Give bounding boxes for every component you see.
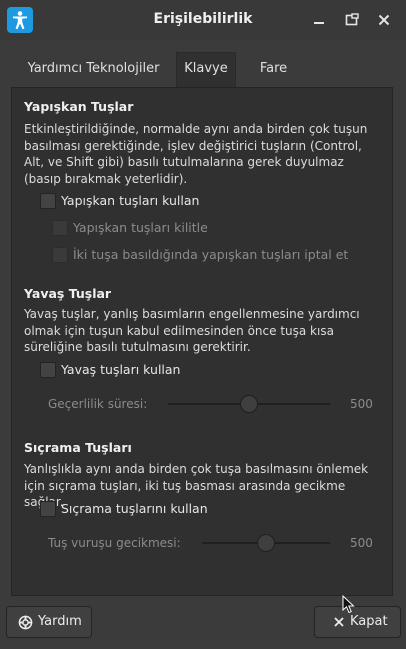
sticky-keys-description: Etkinleştirildiğinde, normalde aynı anda… (24, 122, 368, 186)
lock-sticky-keys-label: Yapışkan tuşları kilitle (73, 220, 208, 235)
minimize-icon (314, 22, 324, 24)
keystroke-delay-value: 500 (350, 536, 373, 550)
tab-assistive-technologies[interactable]: Yardımcı Teknolojiler (21, 52, 166, 86)
keystroke-delay-label: Tuş vuruşu gecikmesi: (48, 536, 181, 550)
slow-keys-description: Yavaş tuşlar, yanlış basımların engellen… (24, 307, 360, 354)
sticky-keys-title: Yapışkan Tuşlar (24, 99, 134, 114)
tab-mouse[interactable]: Fare (251, 52, 296, 86)
tab-bar: Yardımcı Teknolojiler Klavye Fare (11, 52, 393, 90)
slow-keys-title: Yavaş Tuşlar (24, 286, 112, 301)
maximize-icon (345, 13, 359, 26)
tab-keyboard[interactable]: Klavye (175, 52, 237, 90)
checkbox-box (52, 247, 68, 263)
minimize-button[interactable] (309, 10, 329, 30)
tab-keyboard-label: Klavye (184, 61, 228, 76)
checkbox-box (40, 193, 56, 209)
bounce-keys-checkbox[interactable]: Sıçrama tuşlarını kullan (40, 501, 240, 517)
sticky-keys-label: Yapışkan tuşları kullan (61, 193, 200, 208)
close-icon (334, 617, 344, 627)
close-button[interactable]: Kapat (314, 606, 401, 638)
acceptance-delay-label: Geçerlilik süresi: (48, 397, 148, 411)
checkbox-box (52, 220, 68, 236)
close-window-button[interactable] (374, 10, 394, 30)
help-button-label: Yardım (38, 614, 82, 629)
acceptance-delay-value: 500 (350, 397, 373, 411)
help-button[interactable]: Yardım (6, 606, 92, 638)
slow-keys-label: Yavaş tuşları kullan (61, 362, 181, 377)
disable-two-keys-label: İki tuşa basıldığında yapışkan tuşları i… (73, 247, 349, 262)
maximize-button[interactable] (342, 10, 362, 30)
lock-sticky-keys-checkbox[interactable]: Yapışkan tuşları kilitle (52, 220, 252, 236)
help-lifebuoy-icon (18, 615, 33, 630)
checkbox-box (40, 362, 56, 378)
title-bar: Erişilebilirlik (0, 0, 406, 40)
sticky-keys-checkbox[interactable]: Yapışkan tuşları kullan (40, 193, 240, 209)
acceptance-delay-slider-handle[interactable] (240, 395, 258, 413)
close-icon (378, 14, 390, 26)
mouse-pointer-icon (342, 595, 355, 614)
keystroke-delay-slider-handle[interactable] (257, 534, 275, 552)
bounce-keys-title: Sıçrama Tuşları (24, 440, 132, 455)
slow-keys-checkbox[interactable]: Yavaş tuşları kullan (40, 362, 240, 378)
disable-two-keys-checkbox[interactable]: İki tuşa basıldığında yapışkan tuşları i… (52, 247, 372, 263)
bounce-keys-label: Sıçrama tuşlarını kullan (61, 501, 208, 516)
checkbox-box (40, 501, 56, 517)
